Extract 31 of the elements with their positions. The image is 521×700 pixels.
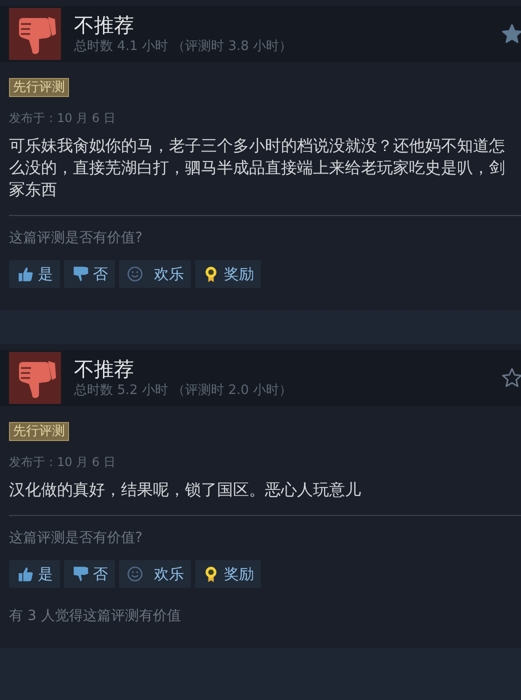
- playtime-text: 总时数 5.2 小时 （评测时 2.0 小时）: [74, 382, 294, 400]
- thumbs-down-icon: [9, 352, 61, 404]
- thumbs-down-icon: [71, 265, 89, 283]
- thumbs-up-icon: [16, 565, 34, 583]
- helpful-prompt: 这篇评测是否有价值?: [9, 229, 142, 248]
- thumbs-down-icon: [9, 8, 61, 60]
- posted-date: 发布于：10 月 6 日: [9, 454, 116, 471]
- star-outline-icon[interactable]: [501, 367, 521, 389]
- yes-button[interactable]: 是: [9, 560, 60, 588]
- helpful-prompt: 这篇评测是否有价值?: [9, 529, 142, 548]
- thumbs-up-icon: [16, 265, 34, 283]
- smiley-icon: [126, 265, 144, 283]
- no-button[interactable]: 否: [64, 560, 115, 588]
- yes-button[interactable]: 是: [9, 260, 60, 288]
- verdict-title: 不推荐: [74, 12, 135, 38]
- verdict-title: 不推荐: [74, 356, 135, 382]
- award-button[interactable]: 奖励: [195, 560, 261, 588]
- smiley-icon: [126, 565, 144, 583]
- review-text: 可乐妹我肏姒你的马，老子三个多小时的档说没就没？还他妈不知道怎么没的，直接芜湖白打，驷马半成品直接端上来给老玩家吃史是叭，剑冢东西: [9, 135, 506, 201]
- early-access-tag: 先行评测: [9, 78, 69, 97]
- review-text: 汉化做的真好，结果呢，锁了国区。恶心人玩意儿: [9, 479, 361, 501]
- funny-button[interactable]: 欢乐: [119, 260, 191, 288]
- posted-date: 发布于：10 月 6 日: [9, 110, 116, 127]
- funny-button[interactable]: 欢乐: [119, 560, 191, 588]
- star-icon[interactable]: [501, 23, 521, 45]
- no-button[interactable]: 否: [64, 260, 115, 288]
- award-button[interactable]: 奖励: [195, 260, 261, 288]
- early-access-tag: 先行评测: [9, 422, 69, 441]
- thumbs-down-icon: [71, 565, 89, 583]
- playtime-text: 总时数 4.1 小时 （评测时 3.8 小时）: [74, 38, 294, 56]
- helpful-count: 有 3 人觉得这篇评测有价值: [9, 607, 181, 626]
